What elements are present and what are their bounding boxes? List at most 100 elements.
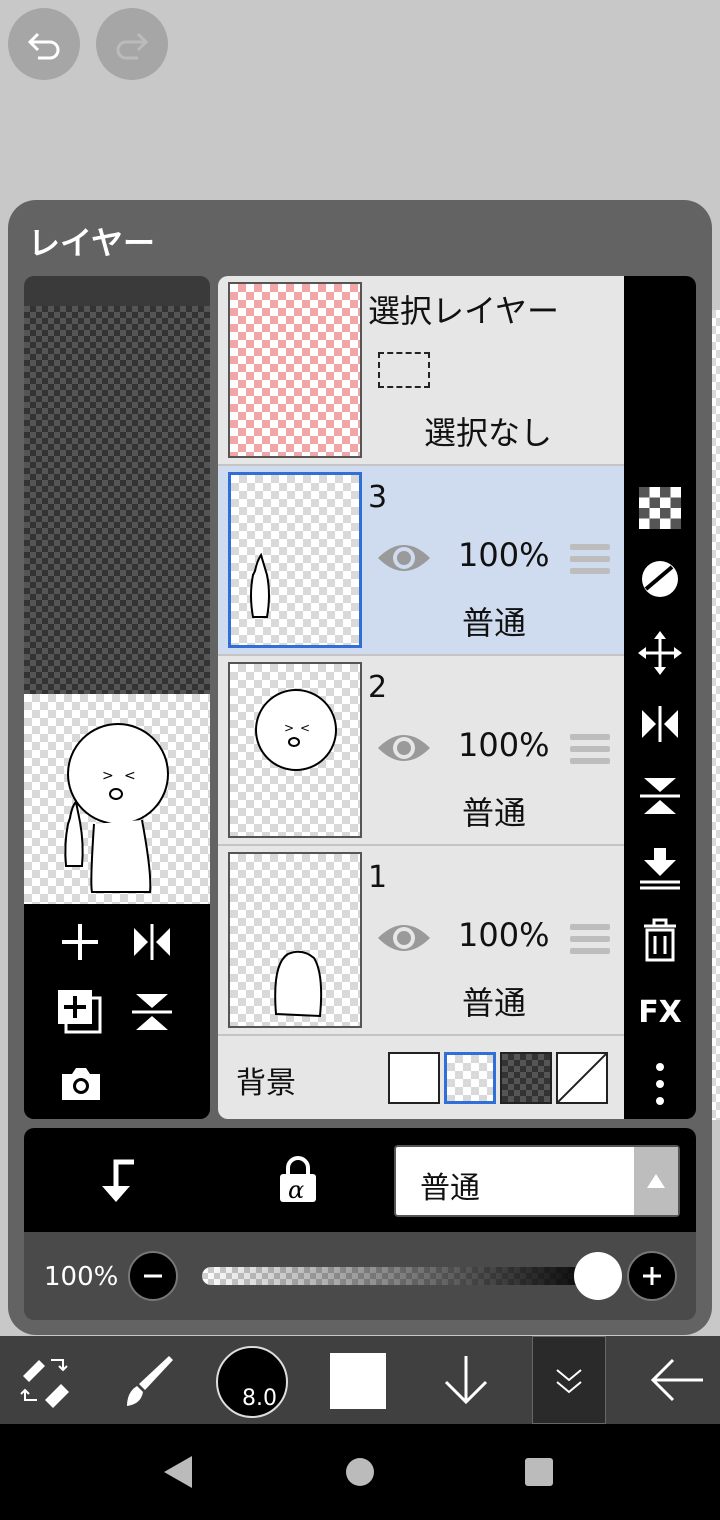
layer-thumbnail [228,472,362,648]
preview-thumbnail: > < [24,694,210,904]
eye-icon [378,735,430,761]
layer-opacity: 100% [458,536,550,574]
blend-mode-select[interactable]: 普通 [394,1145,680,1217]
drag-handle[interactable] [570,544,610,578]
layer-number: 1 [368,860,388,895]
duplicate-layer-button[interactable] [52,984,108,1040]
background-row: 背景 [218,1036,624,1119]
color-swatch-button[interactable] [330,1353,386,1409]
layer-opacity: 100% [458,726,550,764]
layer-number: 3 [368,480,388,515]
flip-preview-vertical-button[interactable] [124,984,180,1040]
svg-text:>: > [102,768,114,784]
undo-icon [27,32,60,60]
opacity-slider-knob[interactable] [574,1252,622,1300]
opacity-label: 100% [44,1262,119,1292]
plus-icon [643,1267,661,1285]
minus-icon [144,1274,162,1278]
blend-mode-value: 普通 [420,1171,480,1206]
clip-to-below-button[interactable] [94,1158,138,1208]
visibility-toggle[interactable] [376,538,432,578]
nav-back-button[interactable] [162,1454,194,1494]
visibility-toggle[interactable] [376,728,432,768]
fx-button[interactable]: FX [624,982,696,1042]
redo-icon [116,32,149,60]
flip-vertical-icon [132,994,172,1030]
dropdown-arrow-icon [634,1147,678,1215]
clipping-button[interactable] [624,549,696,609]
nav-recents-button[interactable] [524,1457,554,1491]
transparency-lock-button[interactable] [624,478,696,538]
square-recents-icon [525,1458,553,1486]
add-layer-button[interactable] [52,914,108,970]
selection-layer-row[interactable]: 選択レイヤー 選択なし [218,276,624,466]
opacity-slider-track[interactable] [202,1267,602,1285]
svg-text:<: < [124,768,136,784]
brush-tool-button[interactable] [112,1336,182,1424]
background-dark-checker-option[interactable] [500,1052,552,1104]
opacity-increase-button[interactable] [627,1251,677,1301]
collapse-panel-button[interactable] [532,1336,606,1424]
background-label: 背景 [236,1066,296,1101]
layer-thumbnail [228,852,362,1028]
merge-down-button[interactable] [624,838,696,898]
arrow-down-icon [444,1356,488,1405]
background-transparent-option[interactable] [444,1052,496,1104]
layer-blend-mode: 普通 [462,984,527,1022]
drag-handle[interactable] [570,734,610,768]
layer-row-2[interactable]: > < 2 100% 普通 [218,656,624,846]
move-button[interactable] [624,623,696,683]
more-button[interactable] [624,1054,696,1114]
nav-home-button[interactable] [344,1456,376,1492]
layer-blend-mode: 普通 [462,604,527,642]
flip-preview-horizontal-button[interactable] [124,914,180,970]
panel-title: レイヤー [28,224,156,262]
move-icon [638,631,682,675]
layer-drawing [274,950,323,1018]
brush-size-button[interactable]: 8.0 [216,1346,288,1418]
merge-down-icon [640,848,680,890]
diagonal-slash-icon [557,1053,607,1103]
opacity-decrease-button[interactable] [128,1251,178,1301]
plus-icon [62,924,98,960]
back-button[interactable] [642,1336,712,1424]
circle-home-icon [346,1458,374,1486]
layer-drawing: > < [255,689,337,771]
background-white-option[interactable] [388,1052,440,1104]
visibility-toggle[interactable] [376,918,432,958]
camera-button[interactable] [52,1056,108,1112]
drag-handle[interactable] [570,924,610,958]
background-none-option[interactable] [556,1052,608,1104]
delete-layer-button[interactable] [624,910,696,970]
tool-switch-button[interactable] [10,1336,80,1424]
layer-number: 2 [368,670,388,705]
flip-horizontal-icon [134,924,170,960]
selection-layer-title: 選択レイヤー [368,292,560,330]
arrow-left-icon [650,1358,703,1402]
brush-size-value: 8.0 [242,1386,277,1411]
layer-row-3[interactable]: 3 100% 普通 [218,466,624,656]
double-chevron-down-icon [556,1369,582,1394]
duplicate-layer-icon [58,990,102,1034]
flip-vertical-button[interactable] [624,766,696,826]
redo-button[interactable] [96,8,168,80]
layer-tools-column: FX [624,276,696,1119]
more-icon [656,1063,664,1105]
checker-icon [639,487,681,529]
triangle-back-icon [164,1456,192,1488]
preview-drawing: > < [64,723,169,893]
layer-row-1[interactable]: 1 100% 普通 [218,846,624,1036]
svg-text:>: > [284,721,294,735]
system-nav-bar [0,1424,720,1520]
layer-thumbnail: > < [228,662,362,838]
eye-icon [378,545,430,571]
canvas-preview[interactable]: > < [24,276,210,1119]
selection-status: 選択なし [424,414,553,452]
alpha-lock-icon: α [280,1156,316,1204]
undo-button[interactable] [8,8,80,80]
preview-dark-area [24,306,210,694]
selection-layer-thumbnail [228,282,362,458]
layer-down-button[interactable] [436,1336,496,1424]
alpha-lock-button[interactable]: α [278,1156,318,1208]
flip-horizontal-button[interactable] [624,694,696,754]
